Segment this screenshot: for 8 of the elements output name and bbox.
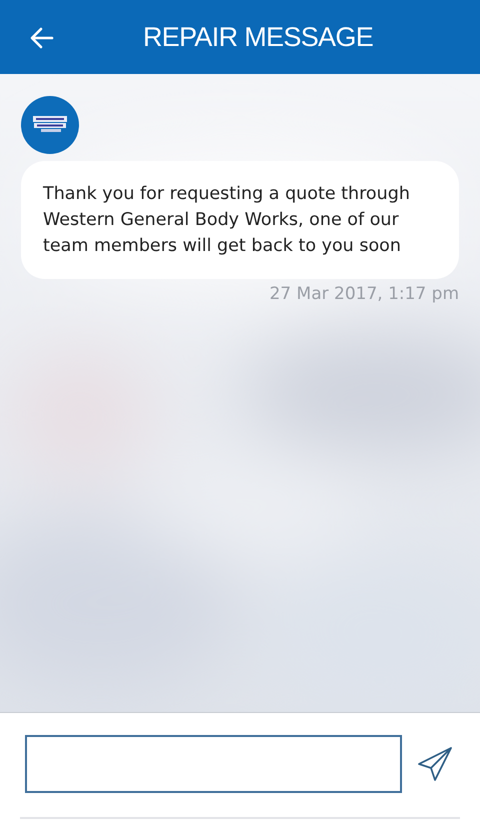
message-time: 27 Mar 2017, 1:17 pm — [269, 283, 459, 306]
send-button[interactable] — [416, 744, 455, 784]
message-input-field[interactable] — [25, 735, 402, 793]
send-icon — [417, 746, 454, 782]
company-logo-icon — [21, 96, 79, 154]
message-bubble: Thank you for requesting a quote through Western General Body Works, one of our team members will get back to you soon — [21, 161, 459, 279]
window-title: REPAIR MESSAGE — [142, 20, 374, 54]
back-arrow-icon — [30, 27, 54, 49]
